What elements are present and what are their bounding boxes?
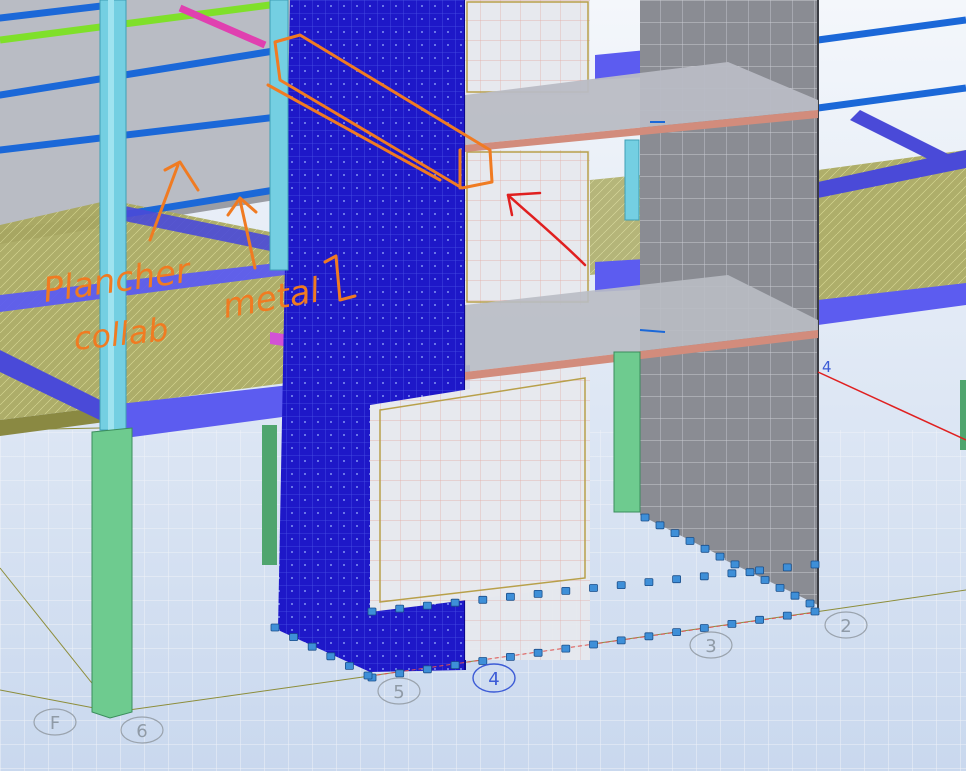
support-node[interactable] [790,591,800,600]
support-node[interactable] [422,601,432,610]
support-node[interactable] [450,661,460,669]
support-node[interactable] [715,552,725,561]
support-node[interactable] [344,662,354,670]
support-node[interactable] [782,563,792,572]
support-node[interactable] [782,611,792,620]
support-node[interactable] [755,615,764,624]
support-node[interactable] [395,604,405,613]
support-node[interactable] [699,572,709,581]
support-node[interactable] [810,607,820,616]
grid-label-3: 3 [705,636,716,657]
support-node[interactable] [561,587,571,595]
support-node[interactable] [755,566,764,575]
grid-label-F: F [50,713,60,734]
grid-label-2: 2 [840,616,851,637]
support-node[interactable] [533,590,543,598]
support-node[interactable] [640,513,650,522]
support-node[interactable] [367,607,377,616]
support-node[interactable] [533,648,543,657]
support-node[interactable] [810,560,820,569]
support-node[interactable] [760,576,770,584]
support-node[interactable] [685,537,695,545]
support-node[interactable] [745,568,755,577]
grid-label-5: 5 [393,682,404,703]
support-node[interactable] [616,581,626,589]
support-node[interactable] [727,569,737,578]
support-node[interactable] [644,632,654,641]
support-node[interactable] [727,620,737,628]
support-node[interactable] [289,633,299,641]
support-node[interactable] [670,529,680,537]
3d-model-viewport[interactable]: 4 2 3 4 5 6 F Plancher collab metal [0,0,966,771]
support-node[interactable] [805,599,815,608]
grid-label-4: 4 [488,669,499,690]
support-node[interactable] [561,644,571,653]
support-node[interactable] [730,560,740,569]
support-node[interactable] [672,628,681,636]
support-node[interactable] [422,665,432,674]
support-node[interactable] [700,544,710,553]
support-node[interactable] [478,595,488,604]
support-node[interactable] [505,653,515,661]
support-node[interactable] [699,624,709,632]
support-node[interactable] [589,584,598,592]
support-node[interactable] [363,671,373,680]
support-node[interactable] [270,623,280,632]
support-node[interactable] [672,575,681,584]
support-node[interactable] [505,592,515,601]
axis-marker-label: 4 [822,358,832,376]
support-node[interactable] [395,669,405,678]
support-node[interactable] [478,657,488,665]
support-node[interactable] [616,636,626,645]
grid-label-6: 6 [136,721,147,742]
support-node[interactable] [775,584,785,592]
support-node[interactable] [655,521,665,530]
support-node[interactable] [644,578,654,586]
support-node[interactable] [326,652,336,661]
support-node[interactable] [307,642,317,651]
support-node[interactable] [589,640,598,649]
support-node[interactable] [450,598,460,607]
structural-model-scene[interactable]: 4 2 3 4 5 6 F Plancher collab metal [0,0,966,771]
